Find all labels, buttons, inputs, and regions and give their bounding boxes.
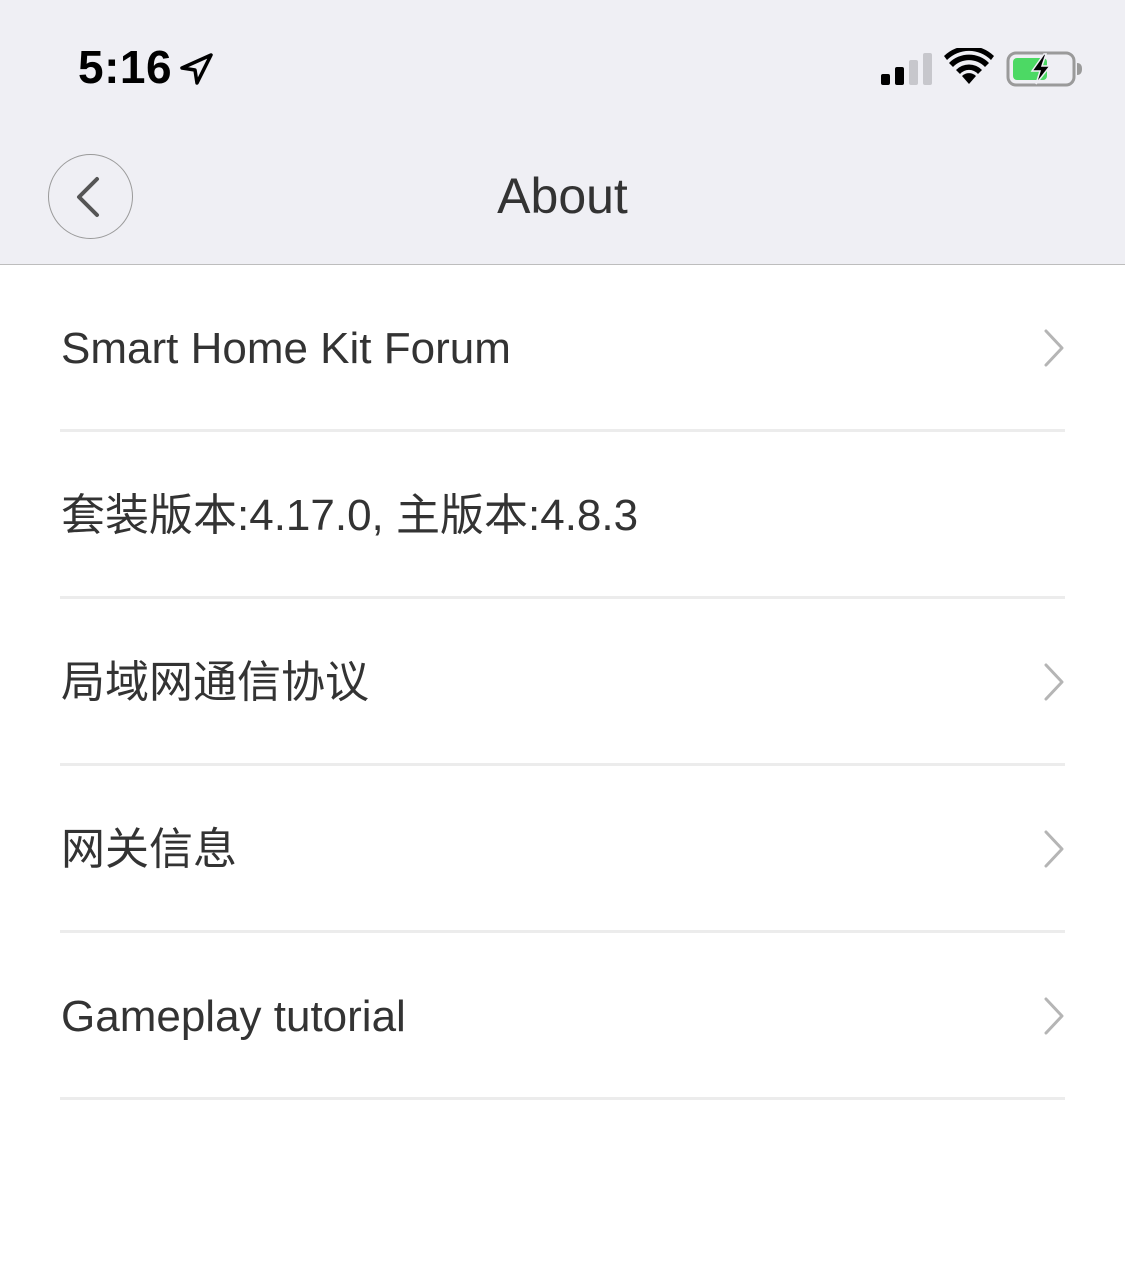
list-item-gateway-info[interactable]: 网关信息 (0, 766, 1125, 933)
chevron-right-icon (1044, 329, 1064, 367)
list-item-label: Gameplay tutorial (61, 992, 406, 1041)
location-arrow-icon (180, 53, 213, 85)
list-item-label: 网关信息 (61, 825, 237, 874)
divider (60, 1097, 1065, 1100)
about-list: Smart Home Kit Forum 套装版本:4.17.0, 主版本:4.… (0, 265, 1125, 1100)
page-title: About (497, 168, 628, 224)
list-item-forum[interactable]: Smart Home Kit Forum (0, 265, 1125, 432)
status-time: 5:16 (78, 41, 173, 93)
list-item-gameplay-tutorial[interactable]: Gameplay tutorial (0, 933, 1125, 1100)
list-item-lan-protocol[interactable]: 局域网通信协议 (0, 599, 1125, 766)
list-item-label: Smart Home Kit Forum (61, 324, 511, 373)
list-item-version: 套装版本:4.17.0, 主版本:4.8.3 (0, 432, 1125, 599)
battery-charging-icon (1006, 51, 1082, 87)
status-bar: 5:16 (0, 0, 1125, 135)
chevron-right-icon (1044, 830, 1064, 868)
chevron-right-icon (1044, 663, 1064, 701)
version-text: 套装版本:4.17.0, 主版本:4.8.3 (61, 491, 639, 540)
wifi-icon (944, 48, 994, 84)
nav-bar: About (0, 135, 1125, 265)
cellular-signal-icon (881, 53, 932, 85)
chevron-right-icon (1044, 997, 1064, 1035)
list-item-label: 局域网通信协议 (61, 658, 369, 707)
